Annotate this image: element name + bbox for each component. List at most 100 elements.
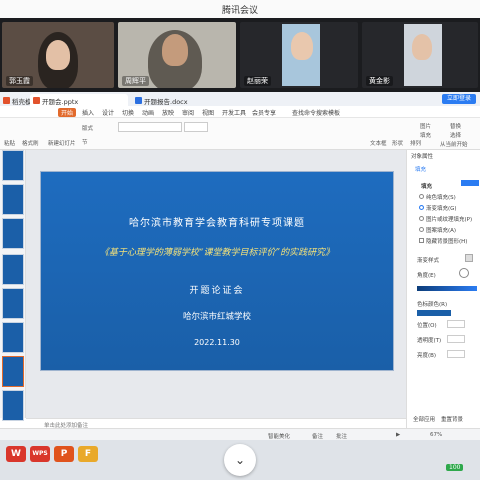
option-gradient-fill[interactable]: 渐变填充(G) <box>426 204 457 212</box>
slide-thumbnail[interactable] <box>2 390 24 421</box>
tab-fill[interactable]: 填充 <box>415 165 426 173</box>
option-pattern-fill[interactable]: 图案填充(A) <box>426 226 456 234</box>
participant-tile[interactable]: 黄金影 <box>362 22 478 88</box>
notes-field[interactable]: 单击此处添加备注 <box>26 418 406 429</box>
gradient-style-picker[interactable] <box>465 254 473 262</box>
gradient-style-label: 渐变样式 <box>417 258 440 264</box>
status-bar: 智能美化 备注 批注 ▶ 67% <box>0 428 480 440</box>
slide-meeting-name[interactable]: 开题论证会 <box>41 283 393 296</box>
ppt-icon <box>33 97 40 104</box>
slide-thumbnail[interactable] <box>2 218 24 249</box>
slide-school[interactable]: 哈尔滨市红城学校 <box>41 310 393 322</box>
menu-developer[interactable]: 开发工具 <box>222 108 246 117</box>
participant-name: 黄金影 <box>366 76 393 86</box>
transparency-input[interactable] <box>447 335 465 343</box>
wps-writer-icon[interactable]: W <box>6 446 26 462</box>
participant-face <box>162 34 188 66</box>
position-input[interactable] <box>447 320 465 328</box>
checkbox-hide-background[interactable] <box>419 238 424 243</box>
smart-beautify-button[interactable]: 智能美化 <box>268 432 290 440</box>
meeting-title: 腾讯会议 <box>221 6 258 16</box>
brightness-input[interactable] <box>447 350 465 358</box>
file-explorer-icon[interactable]: F <box>78 446 98 462</box>
section-button[interactable]: 节 <box>82 138 88 146</box>
textbox-button[interactable]: 文本框 <box>370 139 387 147</box>
shapes-button[interactable]: 形状 <box>392 139 403 147</box>
radio-solid-fill[interactable] <box>419 194 424 199</box>
select-button[interactable]: 选择 <box>450 131 461 139</box>
radio-picture-fill[interactable] <box>419 216 424 221</box>
participant-tile[interactable]: 郭玉霞 <box>2 22 114 88</box>
menu-search-command[interactable]: 查找命令 <box>292 108 316 117</box>
slide-thumbnail-selected[interactable] <box>2 356 24 387</box>
participant-tile[interactable]: 周辉平 <box>118 22 236 88</box>
tab-label: 开题报告.docx <box>144 98 188 106</box>
format-painter-button[interactable]: 格式刷 <box>22 139 39 147</box>
paste-button[interactable]: 粘贴 <box>4 139 15 147</box>
participant-name: 周辉平 <box>122 76 149 86</box>
battery-indicator: 100 <box>446 464 464 471</box>
stop-color-label: 色标颜色(R) <box>417 302 448 308</box>
option-hide-background[interactable]: 隐藏背景图形(H) <box>426 237 467 245</box>
tab-presentation[interactable]: 开题会.pptx <box>30 94 128 106</box>
slide-title[interactable]: 《基于心理学的薄弱学校“课堂教学目标评价”的实践研究》 <box>41 245 393 258</box>
video-strip: 郭玉霞 周辉平 赵丽荣 黄金影 <box>0 18 480 92</box>
fill-button[interactable]: 填充 <box>420 131 431 139</box>
wps-presentation-icon[interactable]: P <box>54 446 74 462</box>
arrange-button[interactable]: 排列 <box>410 139 421 147</box>
slide-thumbnail[interactable] <box>2 184 24 215</box>
play-from-current-button[interactable]: 从当前开始 <box>440 140 468 148</box>
zoom-level[interactable]: 67% <box>430 432 442 438</box>
menu-search-template[interactable]: 搜索模板 <box>316 108 340 117</box>
play-icon[interactable]: ▶ <box>396 432 400 438</box>
login-button[interactable]: 立即登录 <box>441 94 476 104</box>
slide-topic[interactable]: 哈尔滨市教育学会教育科研专项课题 <box>41 214 393 229</box>
menu-insert[interactable]: 插入 <box>82 108 94 117</box>
slide[interactable]: 哈尔滨市教育学会教育科研专项课题 《基于心理学的薄弱学校“课堂教学目标评价”的实… <box>41 172 393 370</box>
document-tabbar: 稻壳模板 开题会.pptx 开题报告.docx 立即登录 <box>0 92 480 106</box>
stop-color-swatch[interactable] <box>417 310 451 316</box>
option-picture-fill[interactable]: 图片或纹理填充(P) <box>426 215 472 223</box>
option-solid-fill[interactable]: 纯色填充(S) <box>426 193 456 201</box>
menu-home[interactable]: 开始 <box>58 108 77 117</box>
apply-all-button[interactable]: 全部应用 <box>413 415 435 423</box>
radio-gradient-fill[interactable] <box>419 205 424 210</box>
reset-background-button[interactable]: 重置背景 <box>441 415 463 423</box>
wps-window: 稻壳模板 开题会.pptx 开题报告.docx 立即登录 开始 插入 设计 切换… <box>0 92 480 460</box>
template-icon <box>3 97 10 104</box>
menu-design[interactable]: 设计 <box>102 108 114 117</box>
menu-slideshow[interactable]: 放映 <box>162 108 174 117</box>
picture-button[interactable]: 图片 <box>420 122 431 130</box>
comments-toggle[interactable]: 批注 <box>336 432 347 440</box>
menu-view[interactable]: 视图 <box>202 108 214 117</box>
fill-section-label: 填充 <box>421 184 433 190</box>
new-slide-button[interactable]: 新建幻灯片 <box>48 139 76 147</box>
menu-transition[interactable]: 切换 <box>122 108 134 117</box>
participant-name: 赵丽荣 <box>244 76 271 86</box>
menu-animation[interactable]: 动画 <box>142 108 154 117</box>
wps-office-icon[interactable]: WPS <box>30 446 50 462</box>
menu-review[interactable]: 审阅 <box>182 108 194 117</box>
fill-color-preview <box>461 180 479 186</box>
notes-toggle[interactable]: 备注 <box>312 432 323 440</box>
tab-label: 开题会.pptx <box>42 98 79 106</box>
slide-thumbnail[interactable] <box>2 322 24 353</box>
chevron-down-icon[interactable]: ⌄ <box>224 444 256 476</box>
angle-dial[interactable] <box>459 268 469 278</box>
transparency-label: 透明度(T) <box>417 338 442 344</box>
slide-thumbnail[interactable] <box>2 288 24 319</box>
radio-pattern-fill[interactable] <box>419 227 424 232</box>
tab-document[interactable]: 开题报告.docx <box>132 94 230 106</box>
menu-member[interactable]: 会员专享 <box>252 108 276 117</box>
participant-tile[interactable]: 赵丽荣 <box>240 22 358 88</box>
taskbar: W WPS P F ⌄ 100 <box>0 440 480 480</box>
font-size-select[interactable] <box>184 122 208 132</box>
slide-date[interactable]: 2022.11.30 <box>41 338 393 347</box>
slide-canvas[interactable]: 哈尔滨市教育学会教育科研专项课题 《基于心理学的薄弱学校“课堂教学目标评价”的实… <box>26 150 406 418</box>
layout-button[interactable]: 版式 <box>82 124 93 132</box>
slide-thumbnail[interactable] <box>2 254 24 285</box>
font-name-select[interactable] <box>118 122 182 132</box>
gradient-bar[interactable] <box>417 286 477 291</box>
slide-thumbnail[interactable] <box>2 150 24 181</box>
replace-button[interactable]: 替换 <box>450 122 461 130</box>
